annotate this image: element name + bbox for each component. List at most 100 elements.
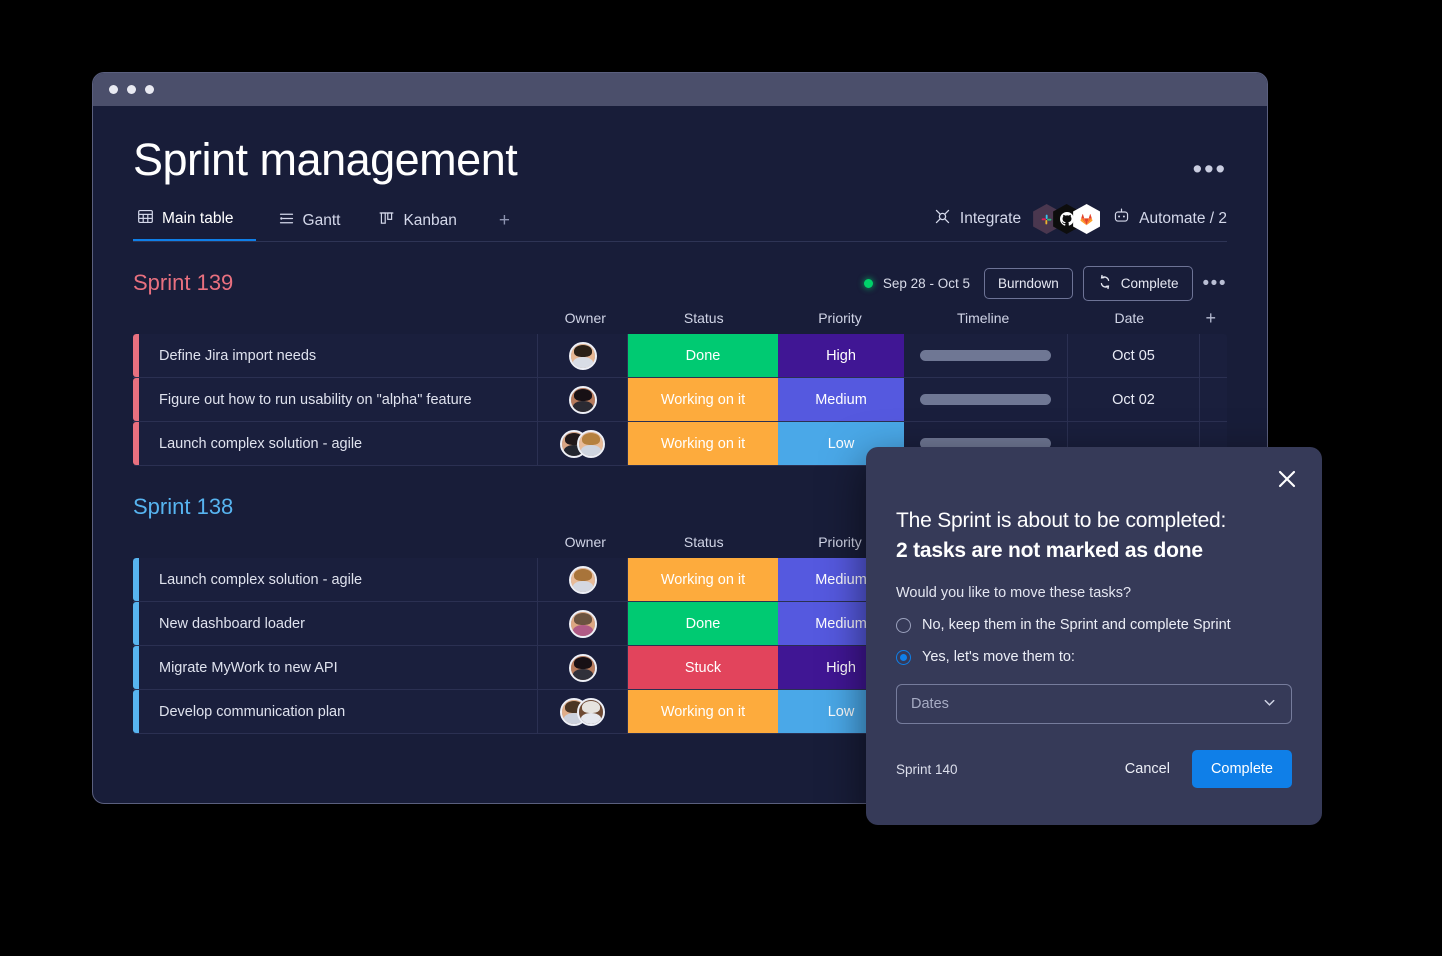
- timeline-track: [920, 394, 1051, 405]
- owner-avatars: [560, 697, 605, 726]
- integrate-label: Integrate: [959, 210, 1022, 227]
- owner-cell[interactable]: [538, 558, 628, 601]
- avatar: [577, 697, 605, 726]
- status-cell[interactable]: Done: [628, 602, 778, 645]
- group-options-kebab[interactable]: •••: [1203, 274, 1227, 293]
- avatar: [568, 385, 597, 414]
- status-cell[interactable]: Working on it: [628, 558, 778, 601]
- owner-avatars: [568, 609, 597, 638]
- kanban-icon: [378, 210, 395, 232]
- group-actions: Sep 28 - Oct 5 Burndown Complete •••: [863, 265, 1227, 301]
- radio-move-indicator: [896, 649, 911, 665]
- owner-avatars: [568, 385, 597, 414]
- group-title[interactable]: Sprint 138: [133, 494, 233, 520]
- date-cell[interactable]: Oct 05: [1068, 334, 1200, 377]
- radio-keep-indicator: [896, 617, 911, 633]
- avatar-hair: [582, 432, 600, 445]
- avatar-body: [581, 712, 601, 724]
- owner-cell[interactable]: [538, 646, 628, 689]
- table-row[interactable]: Define Jira import needs Done High Oct 0…: [133, 334, 1227, 378]
- modal-heading-line1: The Sprint is about to be completed:: [896, 509, 1227, 532]
- tab-gantt[interactable]: Gantt: [274, 210, 357, 241]
- cancel-button[interactable]: Cancel: [1121, 753, 1174, 785]
- task-name-cell[interactable]: Define Jira import needs: [139, 334, 538, 377]
- owner-cell[interactable]: [538, 422, 628, 465]
- radio-option-keep[interactable]: No, keep them in the Sprint and complete…: [896, 617, 1292, 633]
- add-column-button[interactable]: +: [1194, 308, 1227, 329]
- page-title: Sprint management: [133, 134, 518, 185]
- automate-button[interactable]: Automate / 2: [1112, 207, 1227, 231]
- avatar-hair: [582, 700, 600, 713]
- tab-kanban[interactable]: Kanban: [374, 210, 472, 241]
- owner-cell[interactable]: [538, 602, 628, 645]
- task-name-cell[interactable]: Launch complex solution - agile: [139, 558, 538, 601]
- sprint-date-range: Sep 28 - Oct 5: [882, 275, 970, 291]
- column-header-owner[interactable]: Owner: [541, 310, 630, 326]
- move-target-select[interactable]: Dates: [896, 684, 1292, 724]
- next-sprint-label: Sprint 140: [896, 761, 958, 777]
- modal-heading-line2: 2 tasks are not marked as done: [896, 539, 1203, 562]
- window-maximize-dot[interactable]: [145, 85, 154, 94]
- column-header-priority[interactable]: Priority: [778, 310, 902, 326]
- owner-cell[interactable]: [538, 334, 628, 377]
- priority-cell[interactable]: Medium: [778, 378, 904, 421]
- task-name-cell[interactable]: Develop communication plan: [139, 690, 538, 733]
- owner-avatars: [568, 341, 597, 370]
- task-name-cell[interactable]: Launch complex solution - agile: [139, 422, 538, 465]
- task-name-cell[interactable]: Migrate MyWork to new API: [139, 646, 538, 689]
- avatar: [568, 609, 597, 638]
- add-view-button[interactable]: +: [491, 210, 518, 241]
- column-header-date[interactable]: Date: [1064, 310, 1194, 326]
- group-header: Sprint 139 Sep 28 - Oct 5 Burndown Compl…: [133, 265, 1227, 301]
- avatar-body: [572, 624, 593, 636]
- status-cell[interactable]: Working on it: [628, 690, 778, 733]
- integrate-icon: [933, 207, 952, 231]
- timeline-cell[interactable]: [904, 378, 1068, 421]
- date-cell[interactable]: Oct 02: [1068, 378, 1200, 421]
- integration-avatars[interactable]: [1033, 204, 1101, 234]
- status-cell[interactable]: Stuck: [628, 646, 778, 689]
- modal-footer: Sprint 140 Cancel Complete: [896, 750, 1292, 788]
- window-close-dot[interactable]: [109, 85, 118, 94]
- task-name-cell[interactable]: Figure out how to run usability on "alph…: [139, 378, 538, 421]
- column-header-timeline[interactable]: Timeline: [902, 310, 1064, 326]
- view-tabs: Main table Gantt Kanban +: [133, 207, 518, 241]
- gitlab-icon[interactable]: [1073, 204, 1101, 234]
- radio-option-move[interactable]: Yes, let's move them to:: [896, 649, 1292, 665]
- column-header-status[interactable]: Status: [630, 310, 778, 326]
- complete-button[interactable]: Complete: [1191, 750, 1292, 788]
- timeline-cell[interactable]: [904, 334, 1068, 377]
- sprint-cycle-icon: [1097, 274, 1113, 293]
- complete-sprint-button[interactable]: Complete: [1082, 265, 1193, 301]
- avatar-body: [572, 668, 593, 680]
- avatar-body: [572, 400, 593, 412]
- avatar-body: [581, 444, 601, 456]
- integrate-button[interactable]: Integrate: [933, 207, 1021, 231]
- window-minimize-dot[interactable]: [127, 85, 136, 94]
- tab-main-table[interactable]: Main table: [133, 208, 256, 241]
- table-row[interactable]: Figure out how to run usability on "alph…: [133, 378, 1227, 422]
- close-icon[interactable]: [1274, 466, 1300, 492]
- radio-keep-label: No, keep them in the Sprint and complete…: [922, 617, 1231, 633]
- column-header-owner[interactable]: Owner: [541, 534, 630, 550]
- gantt-icon: [278, 210, 295, 232]
- tab-kanban-label: Kanban: [403, 212, 457, 229]
- status-cell[interactable]: Working on it: [628, 422, 778, 465]
- board-options-kebab[interactable]: •••: [1193, 156, 1227, 183]
- row-end-cell: [1200, 334, 1227, 377]
- owner-cell[interactable]: [538, 378, 628, 421]
- radio-move-label: Yes, let's move them to:: [922, 649, 1075, 665]
- column-header-status[interactable]: Status: [630, 534, 778, 550]
- burndown-button[interactable]: Burndown: [983, 267, 1073, 299]
- group-title[interactable]: Sprint 139: [133, 270, 233, 296]
- owner-avatars: [560, 429, 605, 458]
- task-name-cell[interactable]: New dashboard loader: [139, 602, 538, 645]
- priority-cell[interactable]: High: [778, 334, 904, 377]
- avatar-hair: [573, 612, 592, 625]
- row-end-cell: [1200, 378, 1227, 421]
- status-cell[interactable]: Working on it: [628, 378, 778, 421]
- complete-sprint-label: Complete: [1120, 275, 1179, 291]
- status-cell[interactable]: Done: [628, 334, 778, 377]
- owner-cell[interactable]: [538, 690, 628, 733]
- board-toolbar: Integrate Automate / 2: [933, 204, 1227, 241]
